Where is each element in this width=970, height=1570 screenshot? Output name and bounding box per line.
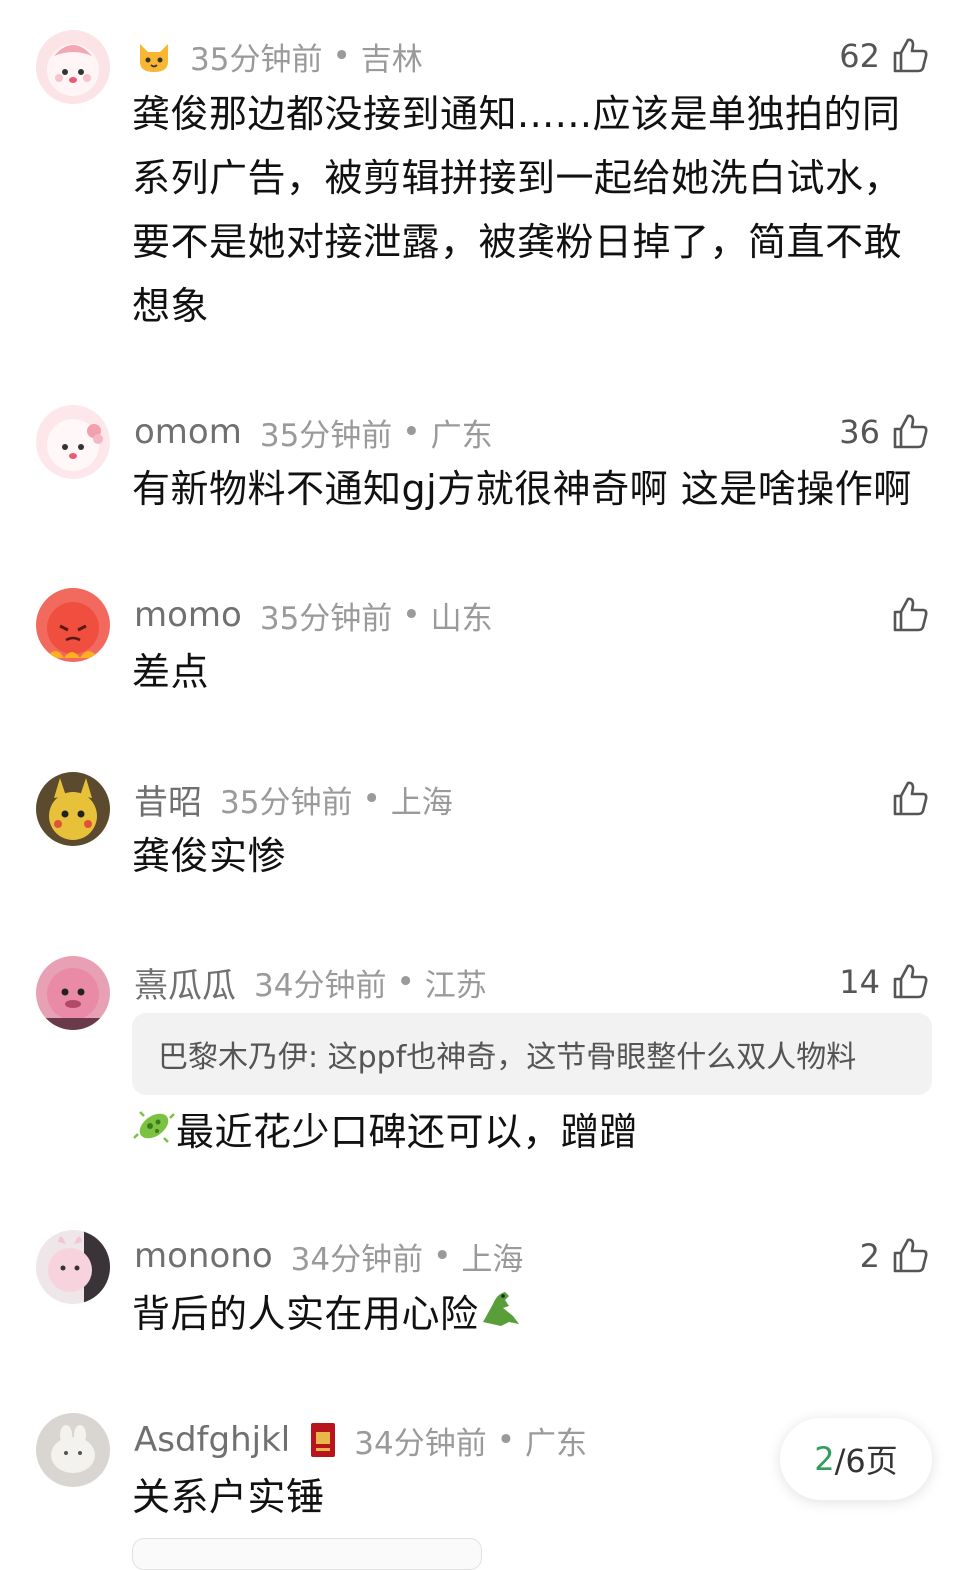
comment-time: 34分钟前	[290, 1241, 424, 1278]
comment-text: 最近花少口碑还可以，蹭蹭	[132, 1100, 932, 1167]
avatar[interactable]	[36, 1230, 110, 1304]
comment-time: 35分钟前	[220, 784, 353, 821]
comment-meta: momo 35分钟前 • 山东	[134, 593, 493, 637]
thumbs-up-icon	[893, 414, 928, 449]
comment-time: 34分钟前	[254, 967, 387, 1004]
page-total: /6页	[834, 1442, 898, 1480]
meta-separator: •	[433, 1238, 452, 1274]
comment-text: 差点	[132, 650, 210, 694]
quoted-reply[interactable]: 巴黎木乃伊: 这ppf也神奇，这节骨眼整什么双人物料	[132, 1013, 932, 1095]
comment-location: 上海	[390, 784, 453, 821]
comment-text: 龚俊实惨	[132, 834, 287, 878]
like-count: 36	[839, 413, 880, 451]
comment-location: 吉林	[360, 41, 423, 78]
comment-username[interactable]: momo	[134, 595, 242, 635]
comment-text-body: 背后的人实在用心险	[132, 1292, 479, 1336]
microbe-icon	[132, 1103, 176, 1167]
meta-separator: •	[496, 1422, 515, 1458]
like-button[interactable]	[890, 777, 930, 821]
comment-time: 35分钟前	[190, 41, 323, 78]
thumbs-up-icon	[893, 597, 928, 632]
thumbs-up-icon	[893, 1238, 928, 1273]
crocodile-icon	[479, 1285, 523, 1349]
like-button[interactable]: 14	[839, 960, 930, 1004]
like-count: 2	[859, 1237, 880, 1275]
comment-time: 35分钟前	[259, 417, 393, 454]
comment-location: 山东	[430, 600, 493, 637]
avatar[interactable]	[36, 405, 110, 479]
comment-meta: 昔昭 35分钟前 • 上海	[134, 775, 453, 824]
comment-meta: 熹瓜瓜 34分钟前 • 江苏	[134, 958, 487, 1007]
avatar[interactable]	[36, 30, 110, 104]
comment-username[interactable]: monono	[134, 1236, 273, 1276]
comment-text: 有新物料不通知gj方就很神奇啊 这是啥操作啊	[132, 467, 912, 511]
like-count: 62	[839, 37, 880, 75]
like-button[interactable]: 62	[839, 34, 930, 78]
comment-username[interactable]: Asdfghjkl	[134, 1420, 290, 1460]
avatar[interactable]	[36, 1413, 110, 1487]
comment-time: 34分钟前	[354, 1425, 487, 1462]
comment-meta: monono 34分钟前 • 上海	[134, 1234, 523, 1278]
like-button[interactable]: 36	[839, 410, 930, 454]
comment-text-body: 最近花少口碑还可以，蹭蹭	[176, 1110, 639, 1154]
comment-location: 广东	[430, 417, 493, 454]
avatar[interactable]	[36, 956, 110, 1030]
page-current: 2	[814, 1440, 835, 1478]
comment-text: 龚俊那边都没接到通知......应该是单独拍的同系列广告，被剪辑拼接到一起给她洗…	[132, 92, 903, 328]
comment-username[interactable]: omom	[134, 412, 242, 452]
cat-face-icon	[134, 36, 174, 76]
comment-meta: Asdfghjkl 34分钟前 • 广东	[134, 1418, 587, 1462]
comment-location: 广东	[525, 1425, 587, 1462]
quoted-reply-text: 巴黎木乃伊: 这ppf也神奇，这节骨眼整什么双人物料	[158, 1040, 857, 1075]
comment-card-partial	[132, 1538, 482, 1570]
meta-separator: •	[402, 414, 421, 450]
comment-time: 35分钟前	[259, 600, 393, 637]
page-indicator[interactable]: 2/6页	[780, 1418, 932, 1500]
avatar[interactable]	[36, 772, 110, 846]
like-button[interactable]	[890, 593, 930, 637]
comment-location: 上海	[461, 1241, 524, 1278]
like-count: 14	[839, 963, 880, 1001]
meta-separator: •	[362, 781, 381, 817]
comment-meta: 35分钟前 • 吉林	[134, 34, 423, 78]
meta-separator: •	[396, 964, 415, 1000]
red-book-icon	[308, 1420, 338, 1460]
thumbs-up-icon	[893, 38, 928, 73]
comment-meta: omom 35分钟前 • 广东	[134, 410, 493, 454]
comment-text: 背后的人实在用心险	[132, 1282, 932, 1349]
avatar[interactable]	[36, 588, 110, 662]
comment-username[interactable]: 熹瓜瓜	[134, 958, 236, 1007]
thumbs-up-icon	[893, 781, 928, 816]
thumbs-up-icon	[893, 964, 928, 999]
like-button[interactable]: 2	[860, 1234, 930, 1278]
meta-separator: •	[332, 38, 351, 74]
meta-separator: •	[402, 597, 421, 633]
comment-username[interactable]: 昔昭	[134, 775, 202, 824]
comment-location: 江苏	[424, 967, 487, 1004]
